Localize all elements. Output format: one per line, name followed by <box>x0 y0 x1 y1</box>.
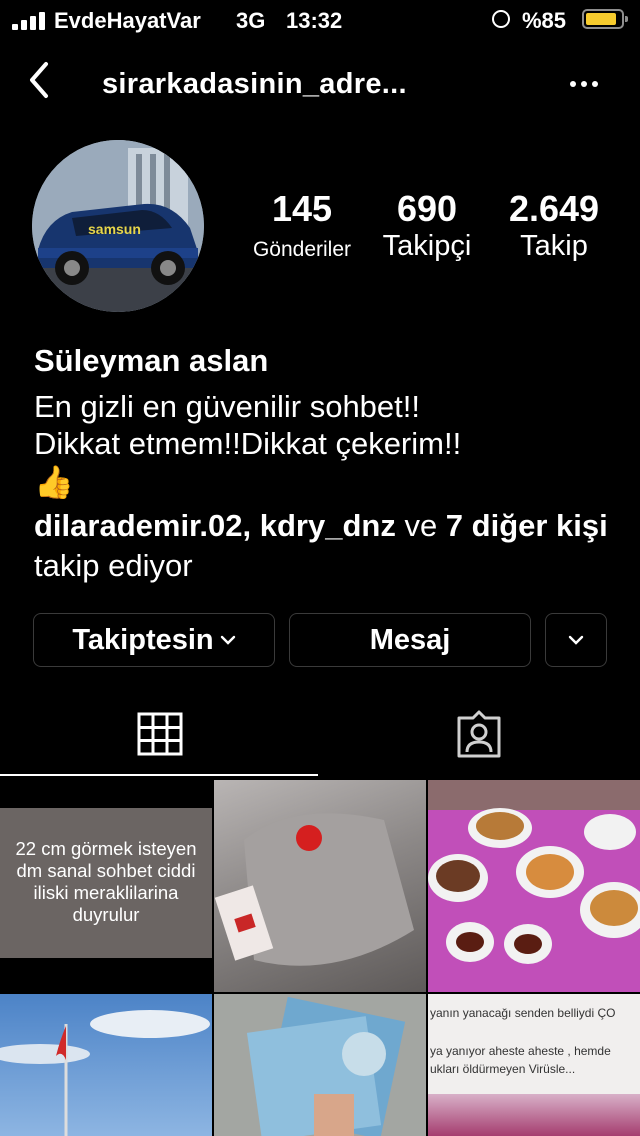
tab-grid[interactable] <box>0 700 318 774</box>
post-3-image <box>428 780 640 992</box>
more-options-button[interactable] <box>566 72 602 96</box>
post-5-image <box>214 994 426 1136</box>
following-stat[interactable]: 2.649 Takip <box>492 188 616 263</box>
profile-name: Süleyman aslan <box>34 343 269 378</box>
post-thumbnail-5[interactable] <box>214 994 426 1136</box>
followed-by-suffix: takip ediyor <box>34 548 193 583</box>
post-thumbnail-6[interactable]: yanın yanacağı senden belliydi ÇO ya yan… <box>428 994 640 1136</box>
bio-line-1: En gizli en güvenilir sohbet!! <box>34 389 421 424</box>
tagged-person-icon <box>457 710 501 758</box>
network-type: 3G <box>236 8 266 33</box>
following-button-label: Takiptesin <box>72 623 214 656</box>
post-thumbnail-1[interactable]: 22 cm görmek isteyen dm sanal sohbet cid… <box>0 780 212 992</box>
chevron-down-icon <box>568 635 584 645</box>
avatar-label: samsun <box>88 221 141 237</box>
post-4-image <box>0 1010 210 1136</box>
avatar-car-image: samsun <box>32 140 204 312</box>
avatar[interactable]: samsun <box>32 140 204 312</box>
carrier-name: EvdeHayatVar <box>54 8 201 33</box>
posts-stat[interactable]: 145 Gönderiler <box>244 188 360 262</box>
chevron-left-icon <box>30 62 48 98</box>
tab-tagged[interactable] <box>320 700 640 774</box>
suggested-accounts-button[interactable] <box>545 613 607 667</box>
followers-count: 690 <box>396 188 458 229</box>
rotation-lock-icon <box>492 10 510 28</box>
post-6-line-3: ukları öldürmeyen Virüsle... <box>430 1062 576 1076</box>
followed-by-others[interactable]: 7 diğer kişi <box>446 508 608 543</box>
followed-by[interactable]: dilarademir.02, kdry_dnz ve 7 diğer kişi… <box>34 506 614 586</box>
followed-by-users[interactable]: dilarademir.02, kdry_dnz <box>34 508 396 543</box>
battery-percent: %85 <box>522 8 567 33</box>
post-thumbnail-3[interactable] <box>428 780 640 992</box>
chevron-down-icon <box>220 635 235 645</box>
post-1-caption: 22 cm görmek isteyen dm sanal sohbet cid… <box>15 838 197 925</box>
post-thumbnail-2[interactable] <box>214 780 426 992</box>
followers-label: Takipçi <box>382 230 472 262</box>
clock: 13:32 <box>286 8 343 33</box>
post-6-line-1: yanın yanacağı senden belliydi ÇO <box>430 1006 616 1020</box>
thumbs-up-icon: 👍 <box>34 464 74 500</box>
message-button-label: Mesaj <box>369 623 451 656</box>
active-tab-indicator <box>0 774 318 776</box>
grid-icon <box>137 712 183 756</box>
bio-line-2: Dikkat etmem!!Dikkat çekerim!! <box>34 426 462 461</box>
post-6-line-2: ya yanıyor aheste aheste , hemde <box>430 1044 611 1058</box>
following-count: 2.649 <box>508 188 600 229</box>
profile-username: sirarkadasinin_adre... <box>102 68 407 100</box>
back-button[interactable] <box>24 58 64 102</box>
posts-label: Gönderiler <box>252 238 352 261</box>
status-bar: EvdeHayatVar 3G 13:32 %85 <box>0 0 640 40</box>
following-button[interactable]: Takiptesin <box>33 613 275 667</box>
post-6-image <box>428 1094 640 1136</box>
battery-icon <box>582 9 628 29</box>
signal-strength-icon <box>12 12 48 30</box>
followed-by-and: ve <box>395 508 446 543</box>
post-thumbnail-4[interactable] <box>0 994 212 1136</box>
posts-count: 145 <box>271 188 333 229</box>
message-button[interactable]: Mesaj <box>289 613 531 667</box>
followers-stat[interactable]: 690 Takipçi <box>368 188 486 263</box>
following-label: Takip <box>520 230 588 262</box>
post-2-image <box>214 813 414 966</box>
